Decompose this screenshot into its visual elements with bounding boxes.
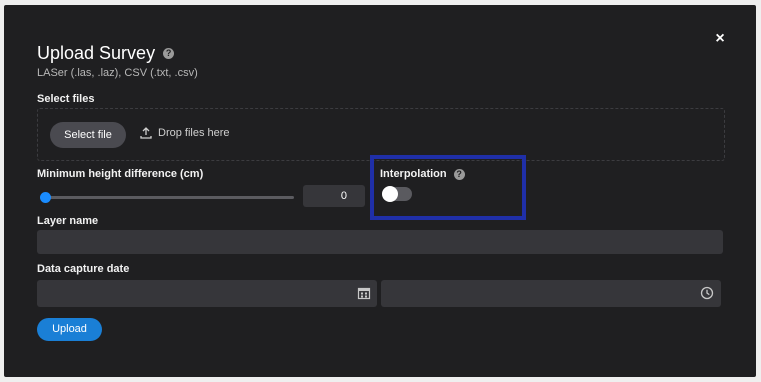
drop-hint: Drop files here [140, 127, 230, 139]
capture-date-input[interactable] [37, 280, 377, 307]
select-file-button[interactable]: Select file [50, 122, 126, 148]
help-icon[interactable]: ? [163, 48, 175, 59]
calendar-icon[interactable] [357, 286, 371, 300]
dialog-subtitle: LASer (.las, .laz), CSV (.txt, .csv) [37, 67, 198, 79]
close-button[interactable]: × [712, 31, 728, 47]
clock-icon[interactable] [700, 286, 714, 300]
layer-name-input[interactable] [37, 230, 723, 254]
min-height-slider-thumb[interactable] [40, 192, 51, 203]
capture-date-label: Data capture date [37, 263, 130, 275]
min-height-diff-label: Minimum height difference (cm) [37, 168, 204, 180]
file-dropzone[interactable]: Select file Drop files here [37, 108, 725, 161]
layer-name-label: Layer name [37, 215, 99, 227]
dialog-header: Upload Survey ? [37, 43, 175, 64]
min-height-slider-track[interactable] [46, 196, 294, 199]
drop-hint-text: Drop files here [158, 127, 230, 139]
select-files-label: Select files [37, 93, 95, 105]
interpolation-highlight [370, 155, 526, 220]
upload-button[interactable]: Upload [37, 318, 102, 341]
upload-icon [140, 127, 152, 139]
capture-time-input[interactable] [381, 280, 721, 307]
dialog-title: Upload Survey [37, 43, 156, 63]
upload-survey-dialog: × Upload Survey ? LASer (.las, .laz), CS… [4, 5, 756, 377]
min-height-input[interactable]: 0 [303, 185, 365, 207]
close-icon: × [715, 30, 725, 47]
